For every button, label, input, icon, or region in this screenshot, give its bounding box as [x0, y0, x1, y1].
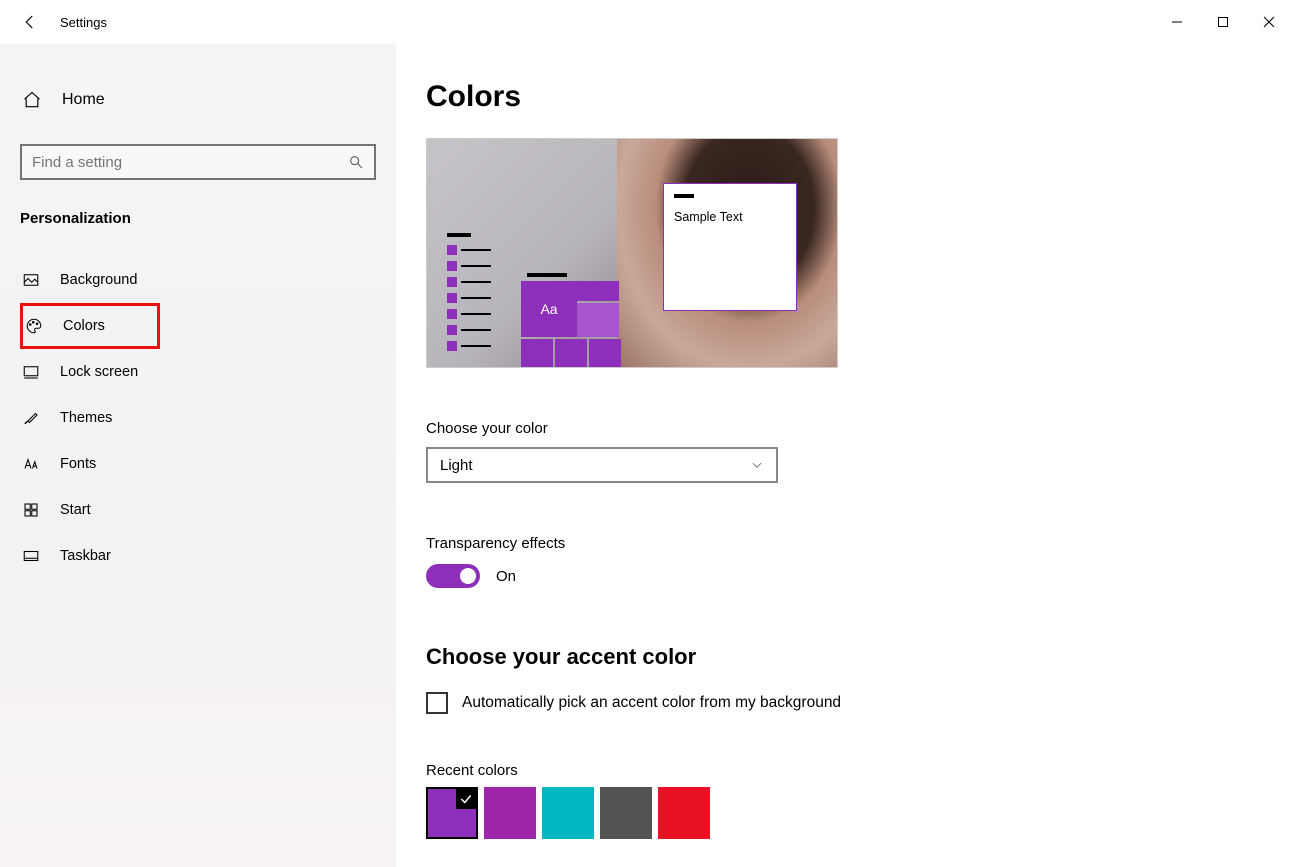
palette-icon — [25, 317, 43, 335]
window-title: Settings — [60, 15, 107, 30]
preview-start-list — [447, 233, 493, 357]
sidebar-item-colors[interactable]: Colors — [20, 303, 160, 349]
brush-icon — [22, 409, 40, 427]
content-area: Colors Aa Sample Text — [396, 44, 1292, 867]
color-swatch[interactable] — [542, 787, 594, 839]
sidebar-home-label: Home — [62, 91, 105, 109]
sidebar-item-label: Start — [60, 502, 91, 518]
maximize-icon — [1217, 16, 1229, 28]
choose-color-dropdown[interactable]: Light — [426, 447, 778, 483]
chevron-down-icon — [750, 458, 764, 472]
search-icon — [348, 154, 364, 170]
preview-tile-aa: Aa — [521, 281, 577, 337]
maximize-button[interactable] — [1200, 6, 1246, 38]
sidebar-item-taskbar[interactable]: Taskbar — [20, 533, 376, 579]
image-icon — [22, 271, 40, 289]
recent-colors-row — [426, 787, 1232, 839]
close-button[interactable] — [1246, 6, 1292, 38]
choose-color-value: Light — [440, 457, 473, 474]
search-input[interactable] — [32, 154, 348, 171]
sidebar-item-start[interactable]: Start — [20, 487, 376, 533]
sidebar-home[interactable]: Home — [20, 84, 376, 116]
sidebar-item-background[interactable]: Background — [20, 257, 376, 303]
sidebar-item-label: Background — [60, 272, 137, 288]
color-swatch[interactable] — [484, 787, 536, 839]
color-preview: Aa Sample Text — [426, 138, 838, 368]
color-swatch[interactable] — [600, 787, 652, 839]
color-swatch[interactable] — [658, 787, 710, 839]
sidebar-item-label: Themes — [60, 410, 112, 426]
close-icon — [1263, 16, 1275, 28]
preview-tiles: Aa — [521, 273, 621, 367]
auto-accent-checkbox[interactable] — [426, 692, 448, 714]
sidebar-item-label: Taskbar — [60, 548, 111, 564]
sidebar-item-fonts[interactable]: Fonts — [20, 441, 376, 487]
minimize-button[interactable] — [1154, 6, 1200, 38]
back-button[interactable] — [20, 12, 40, 32]
sidebar-item-themes[interactable]: Themes — [20, 395, 376, 441]
sidebar-section-title: Personalization — [20, 210, 376, 227]
grid-icon — [22, 501, 40, 519]
taskbar-icon — [22, 547, 40, 565]
home-icon — [22, 90, 42, 110]
auto-accent-label: Automatically pick an accent color from … — [462, 694, 841, 712]
choose-color-label: Choose your color — [426, 420, 1232, 437]
color-swatch[interactable] — [426, 787, 478, 839]
recent-colors-label: Recent colors — [426, 762, 1232, 779]
sidebar-item-label: Fonts — [60, 456, 96, 472]
title-bar: Settings — [0, 0, 1292, 44]
monitor-icon — [22, 363, 40, 381]
transparency-label: Transparency effects — [426, 535, 1232, 552]
sidebar-item-label: Colors — [63, 318, 105, 334]
arrow-left-icon — [21, 13, 39, 31]
preview-sample-text: Sample Text — [674, 210, 786, 224]
page-title: Colors — [426, 80, 1232, 114]
minimize-icon — [1171, 16, 1183, 28]
sidebar: Home Personalization Background Colors L… — [0, 44, 396, 867]
sidebar-item-label: Lock screen — [60, 364, 138, 380]
transparency-toggle[interactable] — [426, 564, 480, 588]
check-icon — [456, 789, 476, 809]
search-input-wrap[interactable] — [20, 144, 376, 180]
preview-sample-window: Sample Text — [663, 183, 797, 311]
transparency-state: On — [496, 568, 516, 585]
sidebar-item-lock-screen[interactable]: Lock screen — [20, 349, 376, 395]
font-icon — [22, 455, 40, 473]
accent-section-title: Choose your accent color — [426, 644, 1232, 670]
